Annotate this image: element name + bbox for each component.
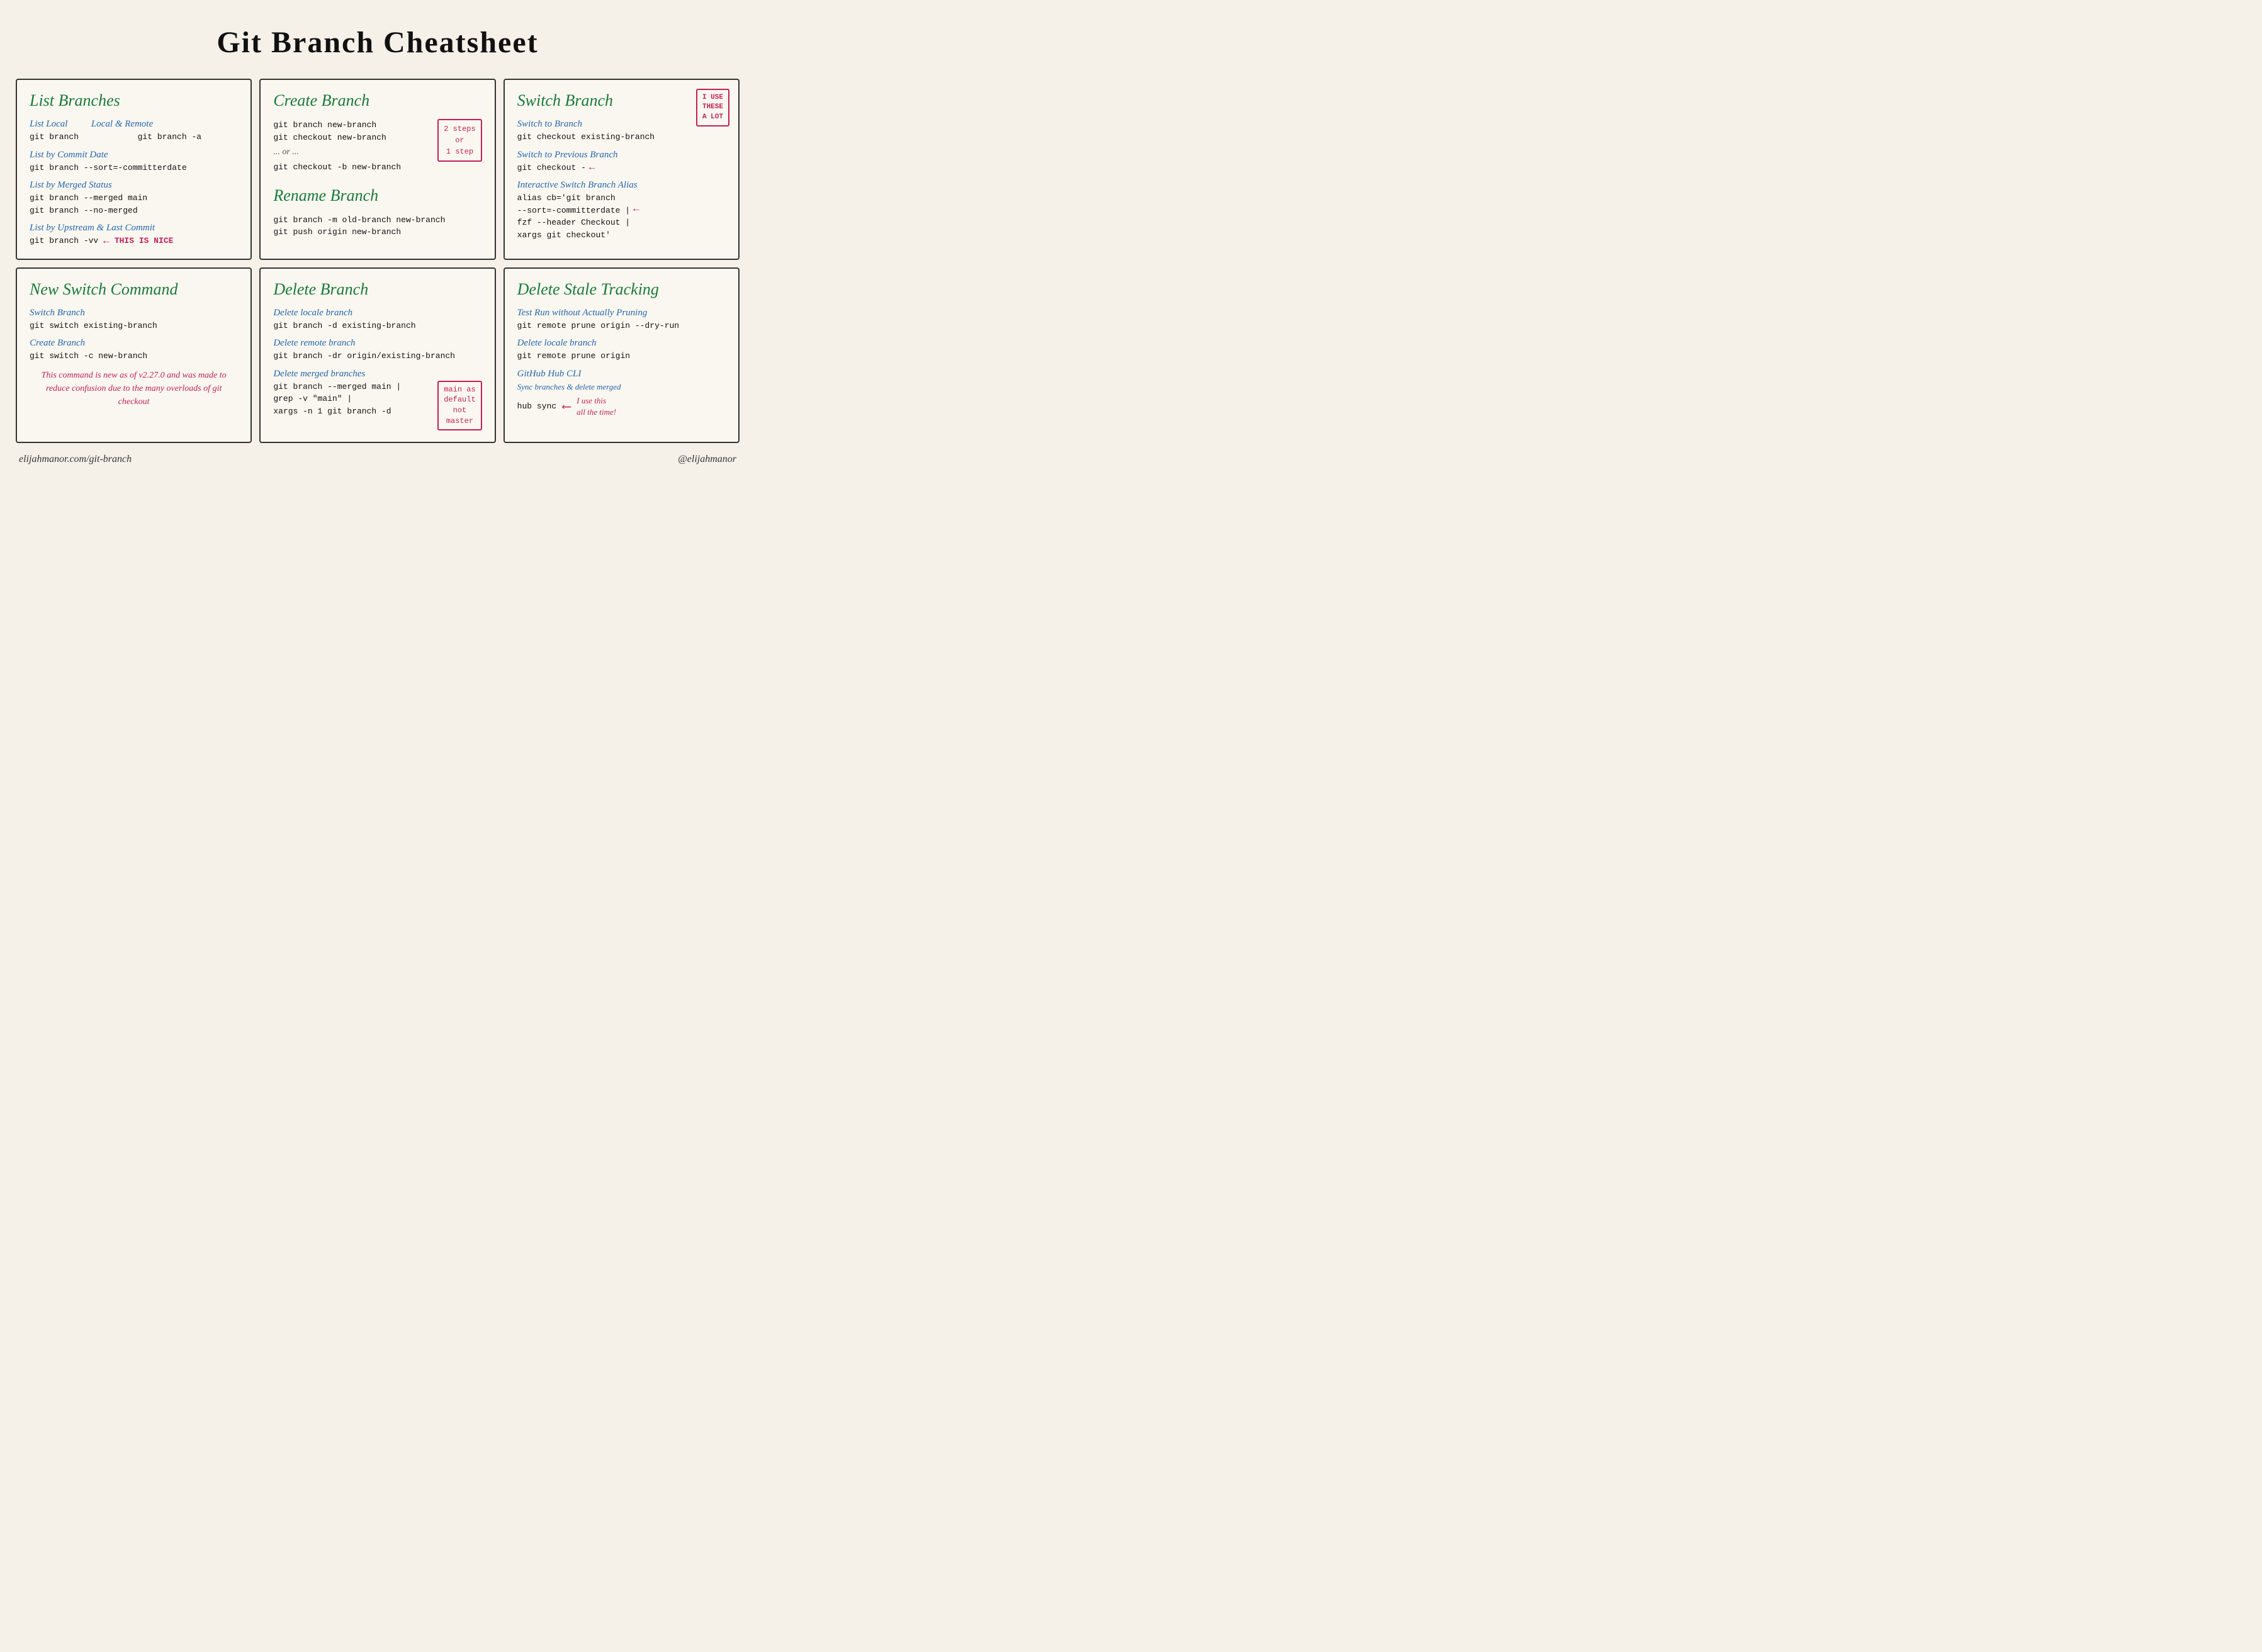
footer: elijahmanor.com/git-branch @elijahmanor	[13, 446, 743, 468]
main-grid: List Branches List Local Local & Remote …	[13, 76, 743, 446]
steps-badge: 2 stepsor1 step	[437, 119, 481, 162]
list-upstream-cmd: git branch -vv	[30, 235, 98, 247]
i-use-note: I use thisall the time!	[577, 395, 616, 418]
arrow-icon: ←	[103, 235, 110, 247]
delete-stale-card: Delete Stale Tracking Test Run without A…	[504, 267, 740, 443]
arrow-icon-3: ←	[633, 203, 639, 215]
create-cmd2: git checkout new-branch	[273, 132, 386, 144]
list-branches-title: List Branches	[30, 91, 238, 110]
alias-cmd4: xargs git checkout'	[517, 229, 630, 242]
new-switch-title: New Switch Command	[30, 280, 238, 299]
list-local-cmd: git branch git branch -a	[30, 131, 238, 143]
switch-to-label: Switch to Branch	[517, 119, 726, 130]
prune-cmd: git remote prune origin	[517, 350, 726, 362]
switch-branch-card: I USETHESEA LOT Switch Branch Switch to …	[504, 79, 740, 260]
rename-cmd2: git push origin new-branch	[273, 226, 481, 239]
alias-cmd3: fzf --header Checkout |	[517, 216, 630, 229]
create-cmd1: git branch new-branch	[273, 119, 386, 132]
switch-prev-label: Switch to Previous Branch	[517, 150, 726, 160]
list-merged-label: List by Merged Status	[30, 180, 238, 191]
create-branch-card: Create Branch git branch new-branch git …	[259, 79, 495, 260]
rename-branch-title: Rename Branch	[273, 186, 481, 205]
list-local-label: List Local Local & Remote	[30, 119, 238, 130]
delete-stale-title: Delete Stale Tracking	[517, 280, 726, 299]
switch-to-cmd: git checkout existing-branch	[517, 131, 726, 143]
dry-run-cmd: git remote prune origin --dry-run	[517, 320, 726, 332]
delete-merged-cmd1: git branch --merged main |	[273, 381, 401, 393]
list-merged-cmd2: git branch --no-merged	[30, 205, 238, 217]
hub-cli-label: GitHub Hub CLI	[517, 369, 726, 379]
alias-cmd2: --sort=-committerdate |	[517, 205, 630, 217]
dry-run-label: Test Run without Actually Pruning	[517, 308, 726, 318]
new-switch-card: New Switch Command Switch Branch git swi…	[16, 267, 252, 443]
delete-merged-cmd3: xargs -n 1 git branch -d	[273, 405, 401, 418]
switch-branch-title: Switch Branch	[517, 91, 726, 110]
hub-sync-cmd: hub sync	[517, 400, 556, 413]
page-title: Git Branch Cheatsheet	[13, 13, 743, 76]
alias-cmd1: alias cb='git branch	[517, 192, 630, 205]
list-by-date-cmd: git branch --sort=-committerdate	[30, 162, 238, 174]
create-branch-sub-label: Create Branch	[30, 338, 238, 349]
switch-branch-sub-label: Switch Branch	[30, 308, 238, 318]
delete-merged-cmd2: grep -v "main" |	[273, 393, 401, 405]
delete-merged-label: Delete merged branches	[273, 369, 481, 379]
list-branches-card: List Branches List Local Local & Remote …	[16, 79, 252, 260]
create-branch-title: Create Branch	[273, 91, 481, 110]
new-switch-note: This command is new as of v2.27.0 and wa…	[30, 369, 238, 408]
rename-cmd1: git branch -m old-branch new-branch	[273, 214, 481, 227]
list-upstream-label: List by Upstream & Last Commit	[30, 223, 238, 233]
switch-prev-cmd: git checkout -	[517, 162, 586, 174]
delete-local-cmd: git branch -d existing-branch	[273, 320, 481, 332]
footer-right: @elijahmanor	[678, 454, 736, 465]
this-is-nice-annotation: THIS IS NICE	[115, 236, 174, 245]
delete-remote-label: Delete remote branch	[273, 338, 481, 349]
delete-local-label: Delete locale branch	[273, 308, 481, 318]
use-badge: I USETHESEA LOT	[696, 89, 729, 126]
default-badge: main asdefaultnotmaster	[437, 381, 481, 430]
prune-label: Delete locale branch	[517, 338, 726, 349]
create-branch-sub-cmd: git switch -c new-branch	[30, 350, 238, 362]
footer-left: elijahmanor.com/git-branch	[19, 454, 132, 465]
delete-branch-title: Delete Branch	[273, 280, 481, 299]
hub-sync-row: hub sync ⟵ I use thisall the time!	[517, 395, 726, 418]
switch-branch-sub-cmd: git switch existing-branch	[30, 320, 238, 332]
list-merged-cmd1: git branch --merged main	[30, 192, 238, 205]
arrow-icon-2: ←	[589, 162, 595, 173]
create-cmd3: git checkout -b new-branch	[273, 161, 481, 174]
curved-arrow-icon: ⟵	[563, 398, 570, 415]
create-branch-commands: git branch new-branch git checkout new-b…	[273, 119, 481, 143]
hub-cli-sublabel: Sync branches & delete merged	[517, 381, 726, 393]
delete-branch-card: Delete Branch Delete locale branch git b…	[259, 267, 495, 443]
delete-remote-cmd: git branch -dr origin/existing-branch	[273, 350, 481, 362]
interactive-switch-label: Interactive Switch Branch Alias	[517, 180, 726, 191]
list-by-date-label: List by Commit Date	[30, 150, 238, 160]
